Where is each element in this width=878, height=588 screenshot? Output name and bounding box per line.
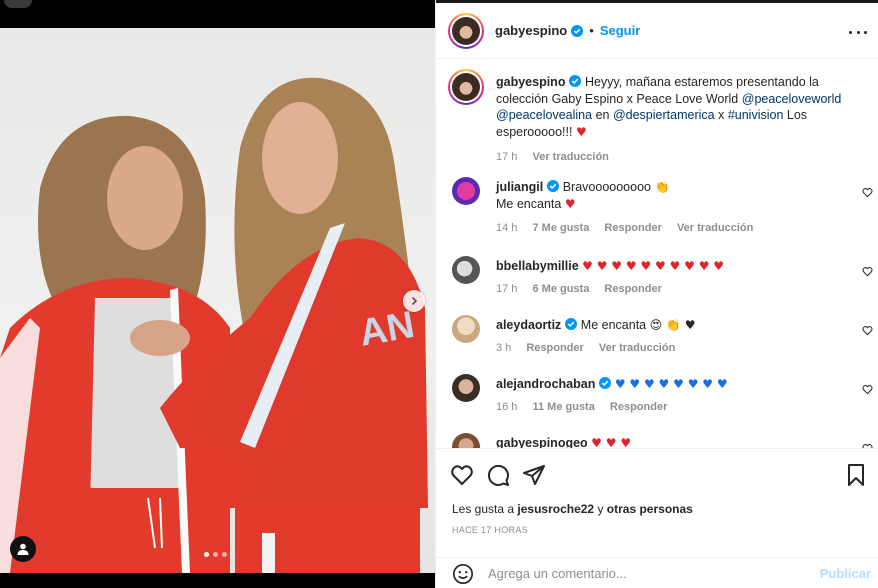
comment-emoji-line2: ♥ bbox=[564, 197, 576, 211]
comment-emoji: ♥ ♥ ♥ ♥ ♥ ♥ ♥ ♥ bbox=[614, 377, 728, 391]
heart-icon[interactable] bbox=[450, 463, 474, 487]
commenter-avatar[interactable] bbox=[452, 177, 480, 205]
comment-username[interactable]: aleydaortiz bbox=[496, 318, 561, 332]
reply-button[interactable]: Responder bbox=[604, 222, 661, 234]
action-bar bbox=[450, 463, 870, 487]
comment-text-line2: Me encanta bbox=[496, 197, 562, 211]
comment-text: Bravooooooooo bbox=[562, 180, 651, 194]
heart-icon[interactable] bbox=[862, 384, 873, 395]
media-bottom-bar bbox=[0, 573, 435, 588]
comment-body: alejandrochaban ♥ ♥ ♥ ♥ ♥ ♥ ♥ ♥ 16 h 11 … bbox=[496, 376, 836, 416]
comment-username[interactable]: gabyespinogeo bbox=[496, 436, 588, 448]
others-link[interactable]: otras personas bbox=[607, 502, 693, 516]
add-comment-bar: Publicar bbox=[436, 557, 878, 588]
comment-text: Me encanta bbox=[580, 318, 647, 332]
comment-meta: 17 h 6 Me gusta Responder bbox=[496, 281, 836, 298]
caption-text: gabyespino Heyyy, mañana estaremos prese… bbox=[496, 74, 856, 166]
comment-emoji: 😍 👏 ♥ bbox=[649, 318, 696, 332]
comment-username[interactable]: alejandrochaban bbox=[496, 377, 595, 391]
author-username[interactable]: gabyespino bbox=[495, 23, 567, 38]
likes-prefix: Les gusta a bbox=[452, 502, 515, 516]
comment-input[interactable] bbox=[488, 566, 808, 581]
caption-avatar[interactable] bbox=[448, 69, 484, 105]
heart-icon[interactable] bbox=[862, 325, 873, 336]
heart-icon[interactable] bbox=[862, 187, 873, 198]
bookmark-icon[interactable] bbox=[844, 463, 868, 487]
follow-button[interactable]: Seguir bbox=[600, 23, 640, 38]
see-translation-link[interactable]: Ver traducción bbox=[599, 342, 675, 354]
likes-mid: y bbox=[597, 502, 604, 516]
caption-emoji: ♥ bbox=[575, 124, 587, 139]
next-photo-button[interactable] bbox=[403, 290, 425, 312]
carousel-indicator bbox=[204, 552, 227, 557]
comment-emoji: 👏 bbox=[654, 180, 670, 194]
reply-button[interactable]: Responder bbox=[526, 342, 583, 354]
see-translation-link[interactable]: Ver traducción bbox=[677, 222, 753, 234]
comment-body: aleydaortiz Me encanta 😍 👏 ♥ 3 h Respond… bbox=[496, 317, 836, 357]
caption-meta: 17 h Ver traducción bbox=[496, 149, 856, 166]
verified-badge-icon bbox=[547, 180, 560, 192]
post-timestamp[interactable]: HACE 17 HORAS bbox=[452, 525, 528, 535]
comment-meta: 14 h 7 Me gusta Responder Ver traducción bbox=[496, 220, 836, 237]
comment-time[interactable]: 14 h bbox=[496, 222, 517, 234]
post-detail-panel: gabyespino • Seguir gabyespino Heyyy, ma… bbox=[435, 0, 878, 588]
commenter-avatar[interactable] bbox=[452, 256, 480, 284]
comment-time[interactable]: 16 h bbox=[496, 401, 517, 413]
verified-badge-icon bbox=[565, 318, 578, 330]
post-footer: Les gusta a jesusroche22 y otras persona… bbox=[436, 448, 878, 588]
comment-username[interactable]: juliangil bbox=[496, 180, 543, 194]
comment-meta: 3 h Responder Ver traducción bbox=[496, 340, 836, 357]
verified-badge-icon bbox=[569, 75, 582, 87]
comment-time[interactable]: 17 h bbox=[496, 283, 517, 295]
media-top-bar bbox=[0, 0, 435, 28]
user-tag-icon bbox=[17, 543, 29, 555]
mention-peacelovealina[interactable]: @peacelovealina bbox=[496, 108, 592, 122]
commenter-avatar[interactable] bbox=[452, 315, 480, 343]
commenter-avatar[interactable] bbox=[452, 374, 480, 402]
reply-button[interactable]: Responder bbox=[604, 283, 661, 295]
mention-peaceloveworld[interactable]: @peaceloveworld bbox=[742, 92, 842, 106]
likes-summary: Les gusta a jesusroche22 y otras persona… bbox=[452, 502, 693, 516]
comments-list[interactable]: gabyespino Heyyy, mañana estaremos prese… bbox=[436, 60, 878, 448]
mention-despiertamerica[interactable]: @despiertamerica bbox=[613, 108, 715, 122]
caption-time[interactable]: 17 h bbox=[496, 151, 517, 163]
caption-username[interactable]: gabyespino bbox=[496, 75, 565, 89]
verified-badge-icon bbox=[571, 24, 584, 37]
chevron-right-icon bbox=[411, 296, 418, 306]
comment-likes[interactable]: 11 Me gusta bbox=[532, 401, 594, 413]
post-photo[interactable]: AN bbox=[0, 28, 435, 573]
comment-icon[interactable] bbox=[486, 463, 510, 487]
liker-username[interactable]: jesusroche22 bbox=[517, 502, 594, 516]
comment-emoji: ♥ ♥ ♥ ♥ ♥ ♥ ♥ ♥ ♥ ♥ bbox=[582, 259, 725, 273]
see-translation-link[interactable]: Ver traducción bbox=[532, 151, 608, 163]
more-options-icon[interactable] bbox=[849, 24, 867, 40]
comment-time[interactable]: 3 h bbox=[496, 342, 511, 354]
comment-meta: 16 h 11 Me gusta Responder bbox=[496, 399, 836, 416]
comment-body: gabyespinogeo ♥ ♥ ♥ bbox=[496, 435, 836, 448]
post-header: gabyespino • Seguir bbox=[436, 3, 878, 59]
photo-illustration: AN bbox=[0, 77, 428, 573]
hashtag-univision[interactable]: #univision bbox=[728, 108, 784, 122]
publish-button[interactable]: Publicar bbox=[820, 566, 871, 581]
comment-body: bbellabymillie ♥ ♥ ♥ ♥ ♥ ♥ ♥ ♥ ♥ ♥ 17 h … bbox=[496, 258, 836, 298]
comment-likes[interactable]: 7 Me gusta bbox=[532, 222, 589, 234]
comment-username[interactable]: bbellabymillie bbox=[496, 259, 579, 273]
caption-body-3: x bbox=[718, 108, 725, 122]
post-media: AN bbox=[0, 0, 435, 588]
heart-icon[interactable] bbox=[862, 266, 873, 277]
comment-emoji: ♥ ♥ ♥ bbox=[591, 436, 632, 448]
reply-button[interactable]: Responder bbox=[610, 401, 667, 413]
commenter-avatar[interactable] bbox=[452, 433, 480, 448]
emoji-icon[interactable] bbox=[452, 563, 474, 585]
caption-body-2: en bbox=[595, 108, 610, 122]
comment-likes[interactable]: 6 Me gusta bbox=[532, 283, 589, 295]
author-avatar[interactable] bbox=[448, 12, 484, 49]
share-icon[interactable] bbox=[522, 463, 546, 487]
comment-body: juliangil Bravooooooooo 👏 Me encanta ♥ 1… bbox=[496, 179, 836, 237]
separator-dot: • bbox=[589, 23, 594, 38]
tagged-users-button[interactable] bbox=[10, 536, 36, 562]
verified-badge-icon bbox=[599, 377, 612, 389]
